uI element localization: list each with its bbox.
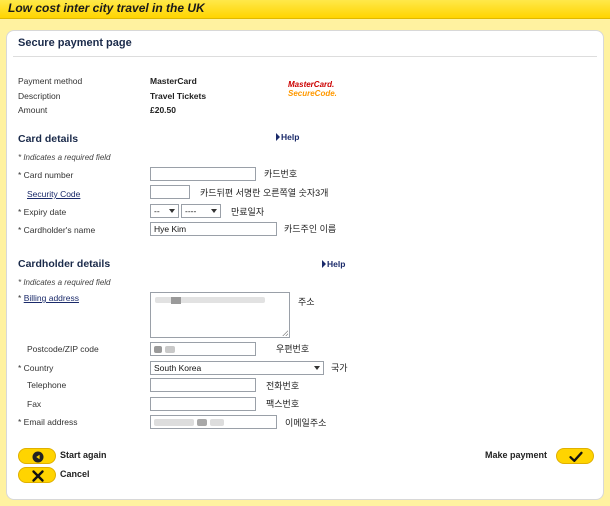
site-header: Low cost inter city travel in the UK <box>0 0 610 19</box>
country-note: 국가 <box>331 363 348 373</box>
start-again-label[interactable]: Start again <box>60 450 107 460</box>
site-tagline: Low cost inter city travel in the UK <box>8 1 205 15</box>
redacted-text <box>165 346 175 354</box>
redacted-text <box>210 419 224 427</box>
chevron-down-icon <box>314 366 320 370</box>
resize-grip-icon[interactable] <box>282 330 288 336</box>
expiry-date-note: 만료일자 <box>231 207 265 217</box>
card-details-heading: Card details <box>18 133 79 145</box>
amount-value: £20.50 <box>150 105 176 115</box>
email-label: * Email address <box>18 417 78 427</box>
telephone-label: Telephone <box>27 380 67 390</box>
redacted-text <box>197 419 207 427</box>
telephone-input[interactable] <box>150 378 256 392</box>
expiry-month-select[interactable]: -- <box>150 204 179 218</box>
email-input[interactable] <box>150 415 277 429</box>
required-note: * Indicates a required field <box>18 278 111 287</box>
cardholder-details-help-link[interactable]: Help <box>322 259 345 269</box>
postcode-label: Postcode/ZIP code <box>27 344 99 354</box>
close-icon <box>32 470 44 482</box>
fax-label: Fax <box>27 399 42 409</box>
billing-address-textarea[interactable] <box>150 292 290 338</box>
billing-address-link[interactable]: Billing address <box>24 293 79 303</box>
telephone-note: 전화번호 <box>266 381 300 391</box>
redacted-text <box>171 297 181 304</box>
security-code-link[interactable]: Security Code <box>27 189 80 199</box>
make-payment-button[interactable] <box>556 448 594 464</box>
country-select[interactable]: South Korea <box>150 361 324 375</box>
cardholder-name-input[interactable]: Hye Kim <box>150 222 277 236</box>
payment-method-label: Payment method <box>18 76 83 86</box>
amount-label: Amount <box>18 105 48 115</box>
cardholder-details-heading: Cardholder details <box>18 258 111 270</box>
expiry-year-select[interactable]: ---- <box>181 204 221 218</box>
security-code-note: 카드뒤편 서명란 오른쪽열 숫자3개 <box>200 188 329 198</box>
postcode-note: 우편번호 <box>276 344 310 354</box>
card-number-input[interactable] <box>150 167 256 181</box>
redacted-text <box>154 346 162 354</box>
checkmark-icon <box>569 451 583 462</box>
required-note: * Indicates a required field <box>18 153 111 162</box>
mastercard-securecode-logo: MasterCard. SecureCode. <box>288 80 337 98</box>
country-label: * Country <box>18 363 54 373</box>
title-divider <box>13 56 597 57</box>
description-value: Travel Tickets <box>150 91 207 101</box>
arrow-left-icon <box>32 451 44 463</box>
cardholder-name-note: 카드주인 이름 <box>284 224 337 234</box>
card-number-label: * Card number <box>18 170 74 180</box>
card-number-note: 카드번호 <box>264 169 298 179</box>
fax-input[interactable] <box>150 397 256 411</box>
billing-address-note: 주소 <box>298 297 315 307</box>
description-label: Description <box>18 91 61 101</box>
chevron-down-icon <box>211 209 217 213</box>
security-code-input[interactable] <box>150 185 190 199</box>
expiry-date-label: * Expiry date <box>18 207 67 217</box>
email-note: 이메일주소 <box>285 418 327 428</box>
make-payment-label[interactable]: Make payment <box>485 450 547 460</box>
cardholder-name-label: * Cardholder's name <box>18 225 96 235</box>
start-again-button[interactable] <box>18 448 56 464</box>
arrow-right-icon <box>276 133 280 141</box>
fax-note: 팩스번호 <box>266 399 300 409</box>
payment-method-value: MasterCard <box>150 76 197 86</box>
cancel-button[interactable] <box>18 467 56 483</box>
cancel-label[interactable]: Cancel <box>60 469 90 479</box>
page-title: Secure payment page <box>18 37 132 49</box>
billing-address-label: * Billing address <box>18 293 79 303</box>
chevron-down-icon <box>169 209 175 213</box>
postcode-input[interactable] <box>150 342 256 356</box>
arrow-right-icon <box>322 260 326 268</box>
card-details-help-link[interactable]: Help <box>276 132 299 142</box>
redacted-text <box>154 419 194 427</box>
